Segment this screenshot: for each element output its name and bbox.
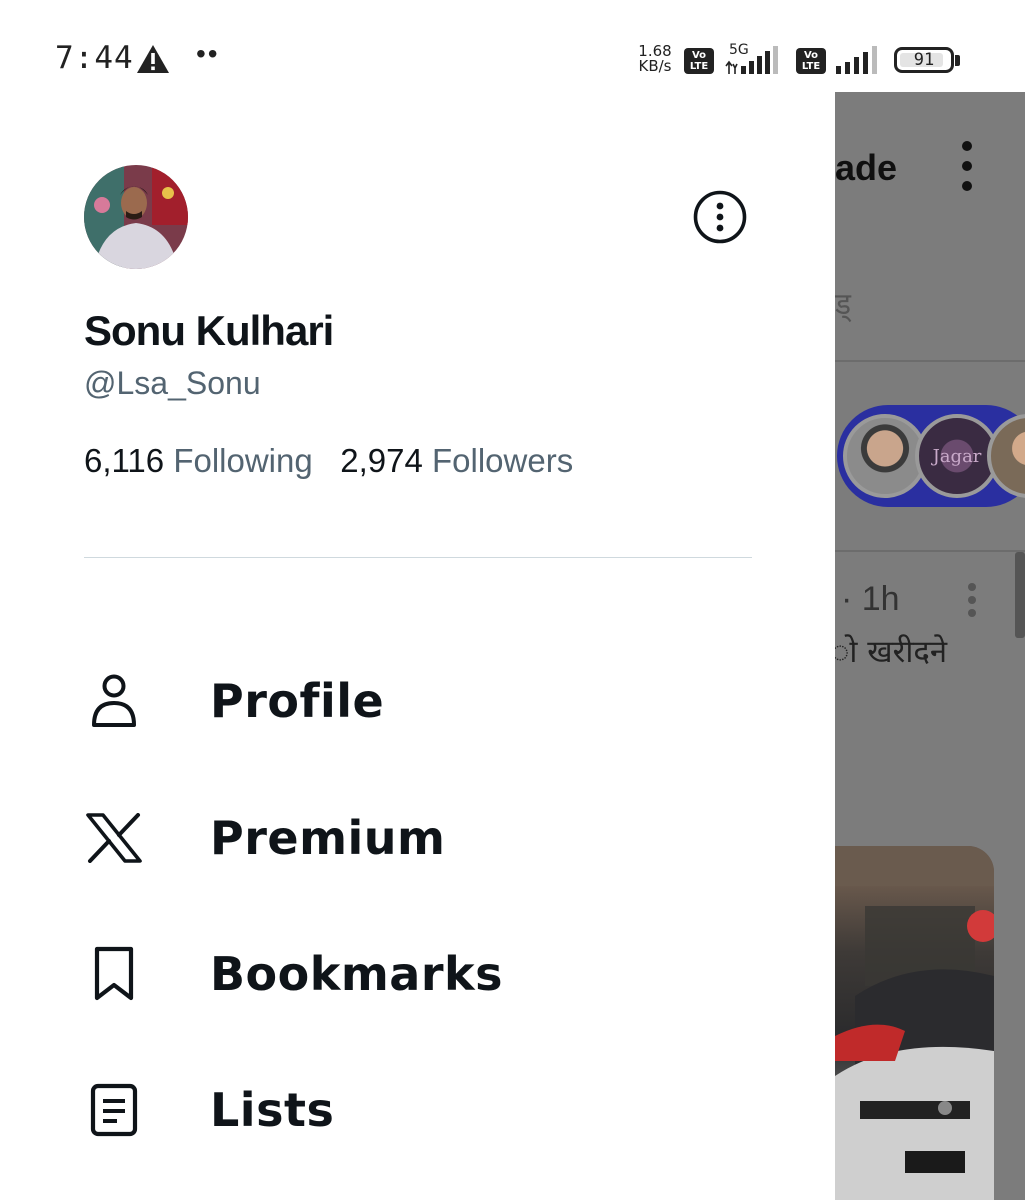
status-bar: 7:44 •• 1.68 KB/s Vo LTE 5G Vo LTE 91: [0, 0, 1025, 92]
timeline-divider: [835, 360, 1025, 362]
fleet-avatar-label: Jagar: [932, 445, 982, 467]
followers-link[interactable]: 2,974 Followers: [340, 442, 573, 479]
post-text-fragment: ो खरीदने: [835, 634, 948, 670]
menu-item-profile[interactable]: Profile: [84, 661, 752, 741]
following-count: 6,116: [84, 442, 165, 479]
timeline-title-fragment: ade: [835, 147, 898, 188]
clock: 7:44: [55, 40, 134, 76]
avatar-photo: [84, 165, 188, 269]
account-more-icon[interactable]: [692, 189, 748, 245]
signal-strength-icon-sim1: [725, 46, 778, 74]
following-link[interactable]: 6,116 Following: [84, 442, 322, 479]
battery-level: 91: [913, 50, 935, 70]
followers-count: 2,974: [340, 442, 423, 479]
profile-handle: @Lsa_Sonu: [84, 365, 261, 401]
scrollbar-thumb[interactable]: [1015, 552, 1025, 638]
timeline-divider: [835, 550, 1025, 552]
lists-icon: [90, 1083, 138, 1137]
person-icon: [92, 674, 136, 727]
menu-item-bookmarks[interactable]: Bookmarks: [84, 934, 752, 1014]
menu-label-premium: Premium: [210, 811, 446, 865]
drawer-divider: [84, 557, 752, 558]
battery-tip: [955, 55, 960, 66]
volte-icon-sim2: Vo LTE: [796, 48, 826, 74]
profile-avatar[interactable]: [84, 165, 188, 269]
post-media-image[interactable]: [835, 846, 994, 1200]
more-vertical-icon[interactable]: [956, 140, 978, 192]
battery-icon: 91: [894, 47, 954, 73]
post-timestamp: · 1h: [841, 580, 900, 618]
menu-label-lists: Lists: [210, 1083, 335, 1137]
post-more-icon[interactable]: [967, 582, 977, 618]
menu-item-premium[interactable]: Premium: [84, 798, 752, 878]
timeline-tab-fragment: ड्: [835, 288, 852, 321]
menu-item-lists[interactable]: Lists: [84, 1070, 752, 1150]
signal-strength-icon-sim2: [836, 46, 877, 74]
warning-icon: [137, 45, 169, 73]
x-logo-icon: [86, 813, 142, 863]
following-label: Following: [173, 442, 313, 479]
network-speed: 1.68 KB/s: [632, 44, 678, 74]
timeline-scrim[interactable]: ade ड् Jagar · 1h ो खरीदने: [835, 92, 1025, 1200]
volte-icon: Vo LTE: [684, 48, 714, 74]
followers-label: Followers: [432, 442, 574, 479]
bookmark-icon: [94, 946, 134, 1001]
notification-dots: ••: [196, 38, 220, 69]
car-photo: [835, 846, 994, 1200]
menu-label-profile: Profile: [210, 674, 385, 728]
navigation-drawer: Sonu Kulhari @Lsa_Sonu 6,116 Following 2…: [0, 92, 835, 1200]
menu-label-bookmarks: Bookmarks: [210, 947, 503, 1001]
profile-name[interactable]: Sonu Kulhari: [84, 307, 334, 355]
network-speed-unit: KB/s: [638, 57, 672, 75]
follow-stats: 6,116 Following 2,974 Followers: [84, 442, 573, 480]
